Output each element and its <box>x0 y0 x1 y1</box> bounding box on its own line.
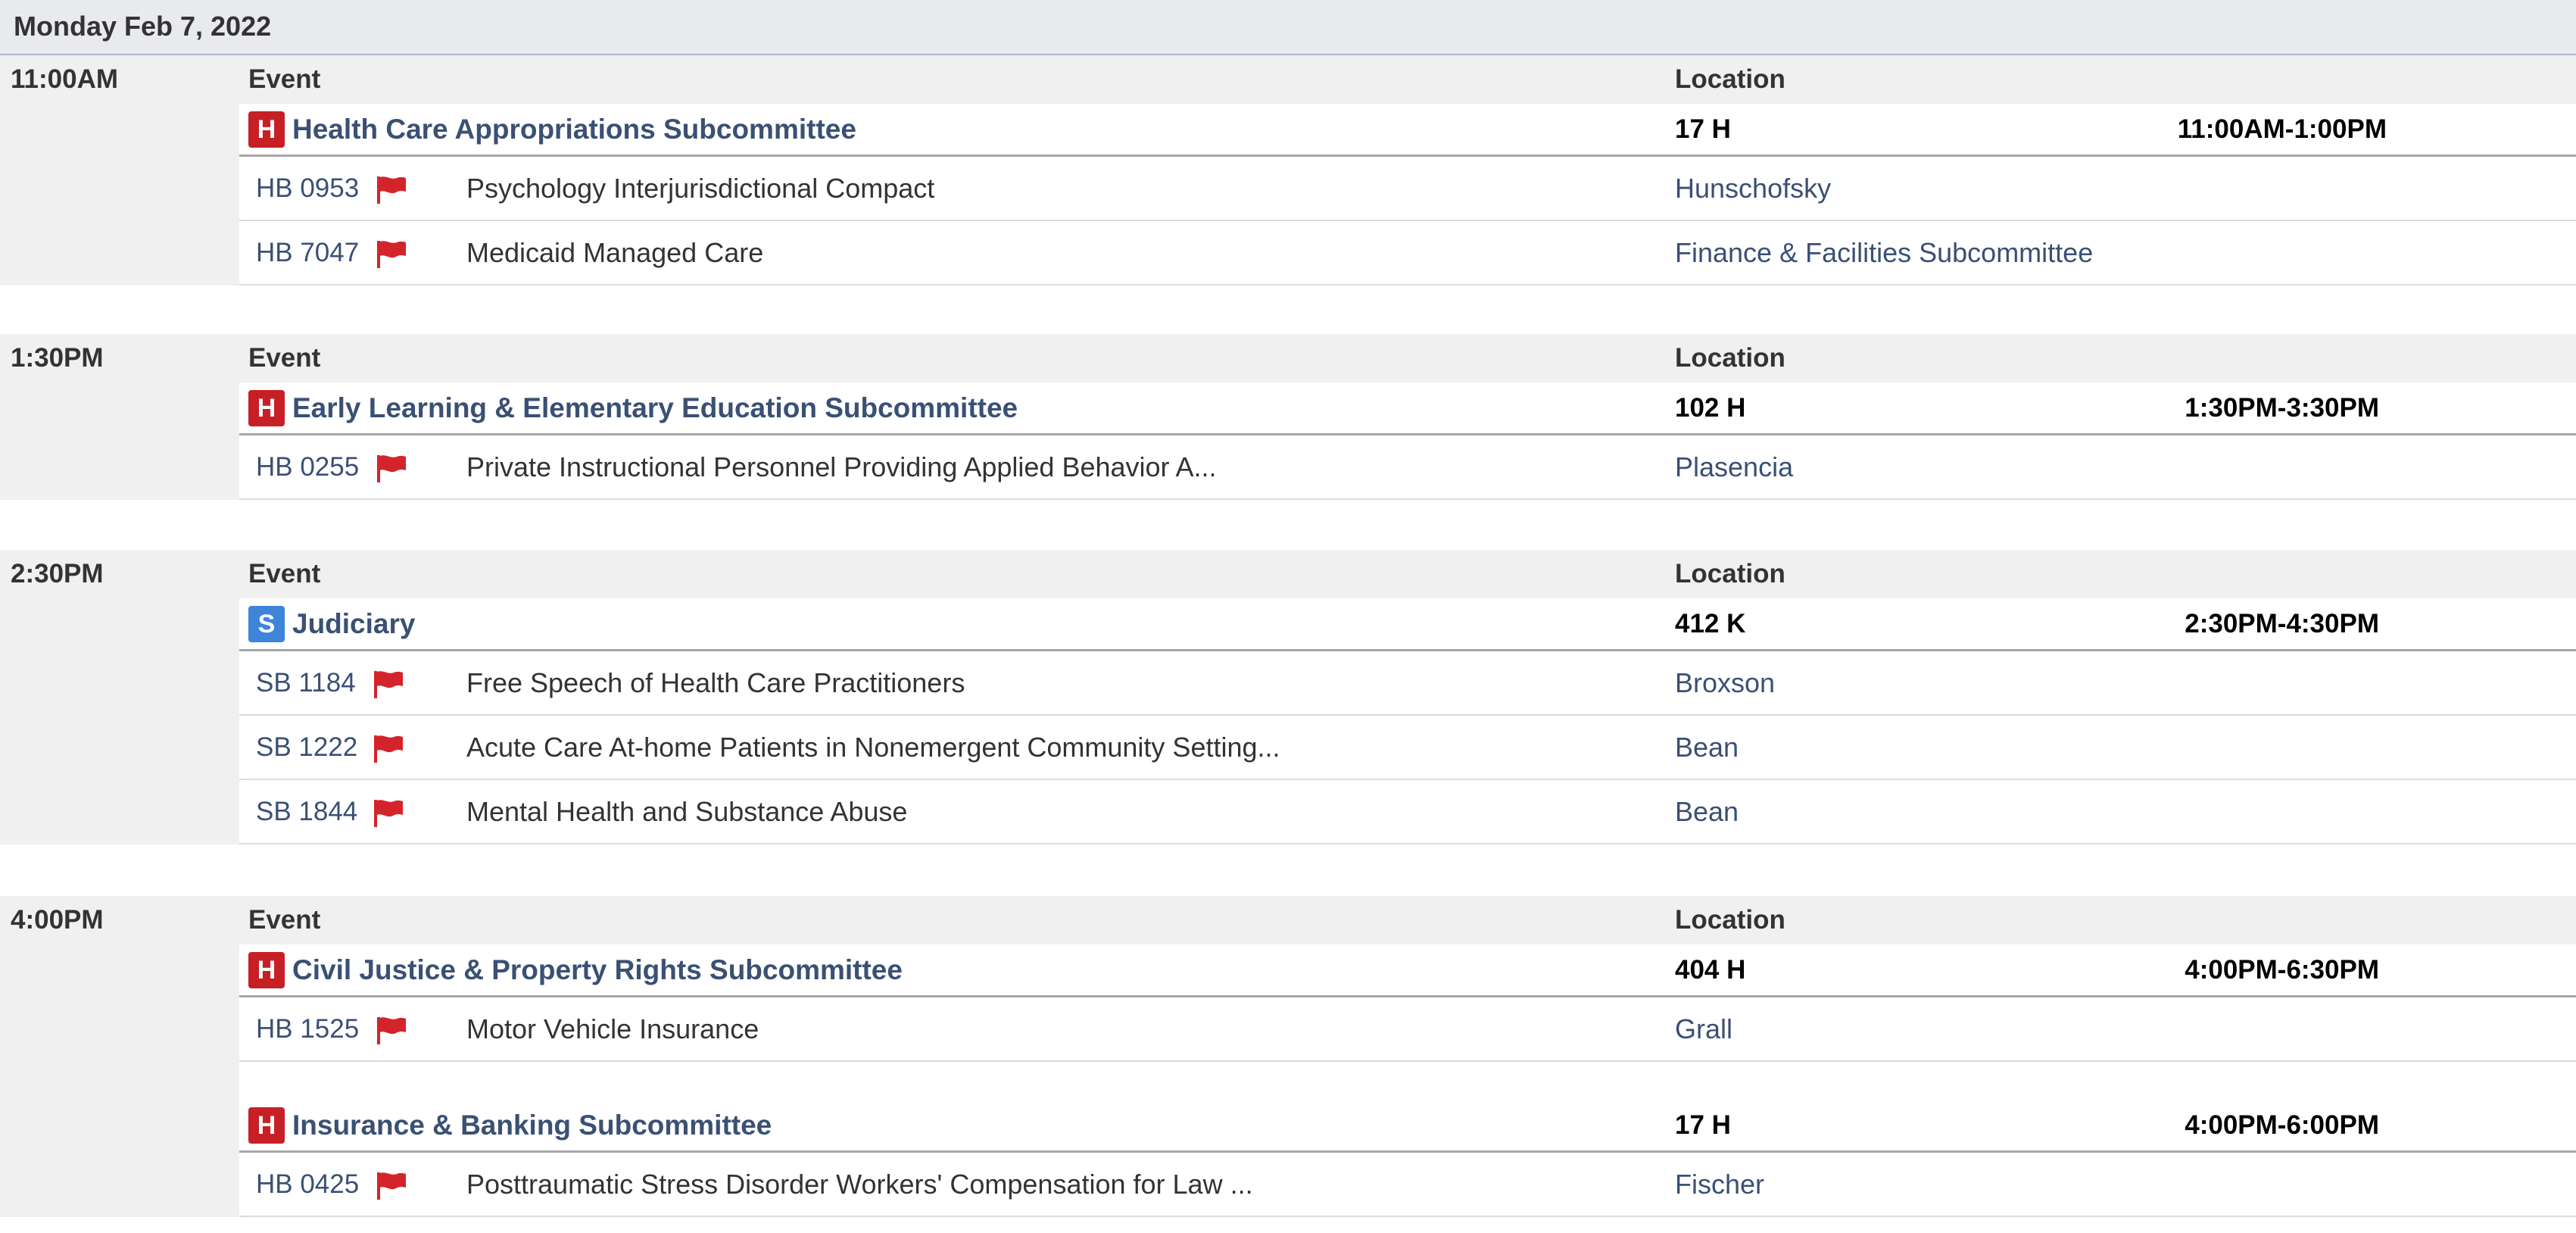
column-header-event: Event <box>248 343 321 373</box>
slot-time: 4:00PM <box>11 905 104 935</box>
slot-header-row: 11:00AM Event Location <box>0 55 2576 104</box>
senate-badge-icon: S <box>248 606 285 642</box>
meeting-room: 404 H <box>1675 955 1746 985</box>
meeting-title-link[interactable]: Judiciary <box>292 598 415 650</box>
slot-time: 11:00AM <box>11 64 119 94</box>
bill-number-link[interactable]: HB 0255 <box>256 435 359 499</box>
date-header: Monday Feb 7, 2022 <box>0 0 2576 55</box>
meeting-room: 412 K <box>1675 609 1746 638</box>
meeting-room: 17 H <box>1675 114 1731 144</box>
bill-title: Mental Health and Substance Abuse <box>466 796 908 827</box>
bill-sponsor-link[interactable]: Finance & Facilities Subcommittee <box>1675 221 2093 285</box>
meeting-row: H Health Care Appropriations Subcommittee… <box>239 104 2576 157</box>
slot-header-row: 4:00PM Event Location <box>0 896 2576 944</box>
bill-title: Private Instructional Personnel Providin… <box>466 451 1217 482</box>
bill-sponsor-link[interactable]: Plasencia <box>1675 435 1793 499</box>
meeting-title-link[interactable]: Insurance & Banking Subcommittee <box>292 1100 772 1151</box>
bill-title: Free Speech of Health Care Practitioners <box>466 667 965 698</box>
flag-icon[interactable] <box>373 734 404 764</box>
bill-row: HB 0255 Private Instructional Personnel P… <box>239 435 2576 500</box>
column-header-event: Event <box>248 559 321 588</box>
flag-icon[interactable] <box>373 798 404 829</box>
meeting-title-link[interactable]: Health Care Appropriations Subcommittee <box>292 104 856 155</box>
bill-sponsor-link[interactable]: Fischer <box>1675 1153 1764 1216</box>
slot-time-column <box>0 944 239 1217</box>
bill-sponsor-link[interactable]: Hunschofsky <box>1675 157 1831 220</box>
slot-time-column <box>0 104 239 286</box>
meeting-time-range: 11:00AM-1:00PM <box>2177 114 2387 144</box>
column-header-location: Location <box>1675 64 1785 94</box>
house-badge-icon: H <box>248 952 285 988</box>
bill-row: SB 1844 Mental Health and Substance Abuse… <box>239 780 2576 844</box>
meeting-time-range: 2:30PM-4:30PM <box>2185 609 2379 638</box>
house-badge-icon: H <box>248 111 285 148</box>
bill-sponsor-link[interactable]: Grall <box>1675 997 1732 1061</box>
meeting-time-range: 4:00PM-6:30PM <box>2185 955 2379 985</box>
bill-sponsor-link[interactable]: Broxson <box>1675 651 1775 715</box>
meeting-room: 102 H <box>1675 393 1746 423</box>
column-header-location: Location <box>1675 343 1785 373</box>
meeting-time-range: 1:30PM-3:30PM <box>2185 393 2379 423</box>
meeting-row: S Judiciary 412 K 2:30PM-4:30PM <box>239 598 2576 651</box>
bill-number-link[interactable]: SB 1844 <box>256 780 357 844</box>
slot-time-column <box>0 598 239 844</box>
bill-number-link[interactable]: SB 1222 <box>256 716 357 779</box>
bill-row: HB 7047 Medicaid Managed Care Finance & Fa… <box>239 221 2576 286</box>
column-header-event: Event <box>248 905 321 935</box>
bill-number-link[interactable]: HB 1525 <box>256 997 359 1061</box>
flag-icon[interactable] <box>376 239 407 270</box>
slot-time-column <box>0 382 239 500</box>
slot-time: 1:30PM <box>11 343 104 373</box>
flag-icon[interactable] <box>373 670 404 700</box>
bill-row: SB 1184 Free Speech of Health Care Practi… <box>239 651 2576 716</box>
calendar-page: Monday Feb 7, 2022 11:00AM Event Location H… <box>0 0 2576 1233</box>
column-header-location: Location <box>1675 905 1785 935</box>
column-header-event: Event <box>248 64 321 94</box>
meeting-title-link[interactable]: Early Learning & Elementary Education Su… <box>292 382 1018 434</box>
bill-title: Psychology Interjurisdictional Compact <box>466 173 935 204</box>
bill-number-link[interactable]: HB 7047 <box>256 221 359 285</box>
bill-sponsor-link[interactable]: Bean <box>1675 716 1739 779</box>
bill-row: SB 1222 Acute Care At-home Patients in No… <box>239 716 2576 780</box>
slot-time: 2:30PM <box>11 559 104 588</box>
flag-icon[interactable] <box>376 175 407 205</box>
bill-title: Motor Vehicle Insurance <box>466 1013 759 1044</box>
bill-title: Medicaid Managed Care <box>466 237 764 268</box>
meeting-row: H Insurance & Banking Subcommittee 17 H 4:0… <box>239 1100 2576 1153</box>
bill-number-link[interactable]: SB 1184 <box>256 651 356 715</box>
flag-icon[interactable] <box>376 1171 407 1201</box>
bill-sponsor-link[interactable]: Bean <box>1675 780 1739 844</box>
bill-row: HB 0425 Posttraumatic Stress Disorder Wor… <box>239 1153 2576 1217</box>
house-badge-icon: H <box>248 390 285 426</box>
bill-number-link[interactable]: HB 0425 <box>256 1153 359 1216</box>
meeting-row: H Early Learning & Elementary Education S… <box>239 382 2576 435</box>
bill-title: Acute Care At-home Patients in Nonemerge… <box>466 732 1280 763</box>
meeting-room: 17 H <box>1675 1110 1731 1140</box>
column-header-location: Location <box>1675 559 1785 588</box>
meeting-time-range: 4:00PM-6:00PM <box>2185 1110 2379 1140</box>
flag-icon[interactable] <box>376 1016 407 1046</box>
bill-title: Posttraumatic Stress Disorder Workers' C… <box>466 1169 1253 1200</box>
slot-header-row: 1:30PM Event Location <box>0 334 2576 382</box>
bill-number-link[interactable]: HB 0953 <box>256 157 359 220</box>
slot-header-row: 2:30PM Event Location <box>0 550 2576 598</box>
house-badge-icon: H <box>248 1107 285 1144</box>
flag-icon[interactable] <box>376 454 407 484</box>
meeting-row: H Civil Justice & Property Rights Subcomm… <box>239 944 2576 997</box>
bill-row: HB 0953 Psychology Interjurisdictional Co… <box>239 157 2576 221</box>
meeting-title-link[interactable]: Civil Justice & Property Rights Subcommi… <box>292 944 903 996</box>
bill-row: HB 1525 Motor Vehicle Insurance Grall <box>239 997 2576 1062</box>
